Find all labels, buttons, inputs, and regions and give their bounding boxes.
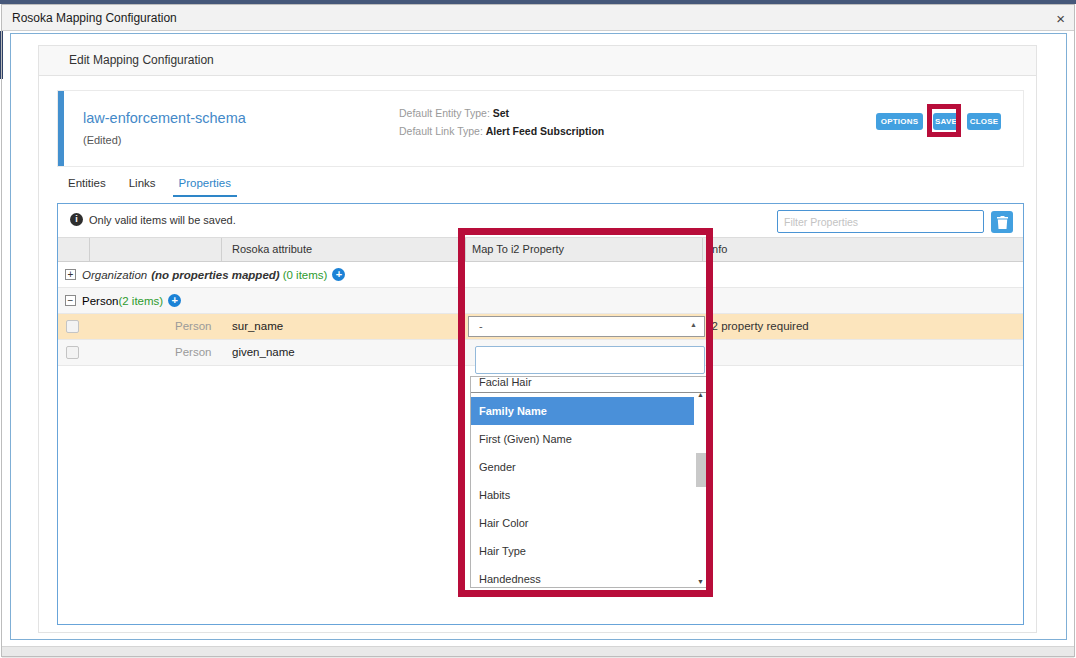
close-icon[interactable]: × [1056,10,1065,27]
expand-icon[interactable]: + [65,269,76,280]
add-property-icon[interactable]: + [168,294,181,307]
group-note: (no properties mapped) [151,269,279,281]
schema-accent-bar [58,91,64,166]
group-count: (0 items) [283,269,328,281]
dialog-title-bar: Rosoka Mapping Configuration × [2,4,1074,31]
window-edge-artifact [0,31,3,79]
schema-defaults: Default Entity Type: Set Default Link Ty… [399,104,604,140]
cell-rosoka-attribute: sur_name [232,314,283,339]
tab-links[interactable]: Links [123,174,162,197]
row-checkbox[interactable] [66,320,79,333]
schema-summary-section: law-enforcement-schema (Edited) Default … [57,90,1024,167]
header-type-col [90,238,222,261]
header-info: Info [703,238,1023,261]
default-entity-value: Set [493,107,509,119]
delete-button[interactable] [991,211,1013,233]
default-entity-label: Default Entity Type: [399,107,490,119]
default-link-value: Alert Feed Subscription [486,125,604,137]
annotation-box-map-column [458,228,713,597]
schema-edited-status: (Edited) [83,134,122,146]
dialog-title: Rosoka Mapping Configuration [12,11,177,25]
cell-info: i2 property required [709,314,809,339]
info-icon: i [70,213,83,226]
default-link-label: Default Link Type: [399,125,483,137]
trash-icon [997,216,1008,229]
options-button[interactable]: OPTIONS [876,113,923,130]
close-button[interactable]: CLOSE [967,113,1001,130]
tab-bar: Entities Links Properties [62,174,248,197]
table-notice: Only valid items will be saved. [89,214,236,226]
group-name: Organization [82,269,147,281]
cell-entity-type: Person [175,340,211,365]
schema-name: law-enforcement-schema [83,110,246,126]
cell-rosoka-attribute: given_name [232,340,295,365]
card-title: Edit Mapping Configuration [39,46,1036,76]
cell-entity-type: Person [175,314,211,339]
filter-properties-input[interactable] [777,210,984,233]
tab-entities[interactable]: Entities [62,174,112,197]
group-count: (2 items) [118,295,163,307]
annotation-box-save [927,104,961,137]
collapse-icon[interactable]: − [65,295,76,306]
group-name: Person [82,295,118,307]
header-checkbox-col [58,238,90,261]
add-property-icon[interactable]: + [332,268,345,281]
tab-properties[interactable]: Properties [173,174,237,197]
dialog-footer [2,646,1074,658]
header-rosoka-attribute: Rosoka attribute [222,238,466,261]
row-checkbox[interactable] [66,346,79,359]
